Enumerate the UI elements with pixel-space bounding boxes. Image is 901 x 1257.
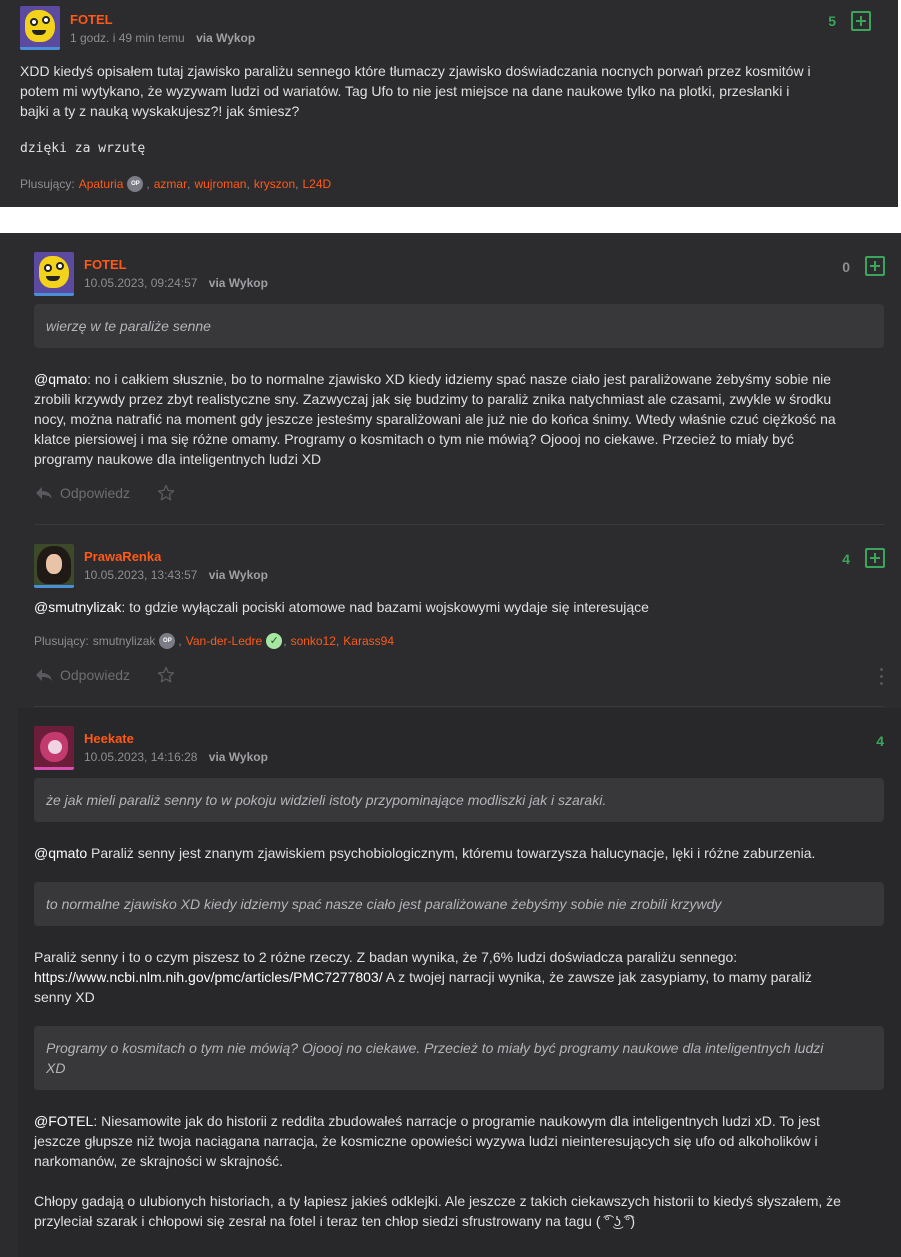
- pluser-link[interactable]: Apaturia: [79, 177, 124, 191]
- comment-actions: Odpowiedz: [34, 666, 175, 684]
- timestamp[interactable]: 10.05.2023, 14:16:28: [84, 750, 197, 764]
- comment-body: @FOTEL: Niesamowite jak do historii z re…: [34, 1113, 820, 1169]
- pluser-link[interactable]: wujroman: [194, 177, 246, 191]
- plusers-list: Plusujący: smutnylizak OP , Van-der-Ledr…: [34, 633, 394, 649]
- entry-meta: 1 godz. i 49 min temu via Wykop: [70, 31, 255, 45]
- author-name[interactable]: PrawaRenka: [84, 549, 161, 564]
- mention-link[interactable]: @qmato: [34, 371, 87, 387]
- comment-body: @qmato: no i całkiem słusznie, bo to nor…: [34, 371, 836, 467]
- pluser-link[interactable]: Van-der-Ledre: [186, 634, 263, 648]
- verified-icon: ✓: [266, 633, 283, 649]
- top-entry: FOTEL 1 godz. i 49 min temu via Wykop 5 …: [0, 0, 898, 207]
- comment-meta: 10.05.2023, 13:43:57 via Wykop: [84, 568, 268, 582]
- upvote-button[interactable]: [851, 11, 871, 31]
- via-source: via Wykop: [208, 568, 268, 582]
- mono-text: dzięki za wrzutę: [20, 141, 146, 156]
- upvote-button[interactable]: [865, 256, 885, 276]
- comment-actions: Odpowiedz: [34, 484, 175, 502]
- external-link[interactable]: https://www.ncbi.nlm.nih.gov/pmc/article…: [34, 969, 383, 985]
- comment-meta: 10.05.2023, 09:24:57 via Wykop: [84, 276, 268, 290]
- via-source: via Wykop: [196, 31, 256, 45]
- avatar[interactable]: [34, 726, 74, 770]
- op-badge: OP: [127, 176, 144, 192]
- entry-body: XDD kiedyś opisałem tutaj zjawisko paral…: [20, 63, 811, 119]
- author-name[interactable]: Heekate: [84, 731, 134, 746]
- comment-body: @smutnylizak: to gdzie wyłączali pociski…: [34, 599, 649, 615]
- reply-button[interactable]: Odpowiedz: [60, 667, 130, 683]
- comment-meta: 10.05.2023, 14:16:28 via Wykop: [84, 750, 268, 764]
- vote-count: 4: [876, 733, 884, 749]
- vote-count: 0: [842, 259, 850, 275]
- author-name[interactable]: FOTEL: [70, 12, 113, 27]
- mention-link[interactable]: @FOTEL: [34, 1113, 93, 1129]
- reply-icon: [36, 487, 52, 499]
- mention-link[interactable]: @qmato: [34, 845, 87, 861]
- author-name[interactable]: FOTEL: [84, 257, 127, 272]
- pluser-link[interactable]: sonko12: [291, 634, 336, 648]
- pluser-link[interactable]: L24D: [303, 177, 332, 191]
- via-source: via Wykop: [208, 750, 268, 764]
- op-badge: OP: [159, 633, 176, 649]
- timestamp[interactable]: 1 godz. i 49 min temu: [70, 31, 185, 45]
- star-icon[interactable]: [157, 484, 175, 502]
- pluser-link[interactable]: Karass94: [343, 634, 394, 648]
- comment-body: Paraliż senny i to o czym piszesz to 2 r…: [34, 949, 812, 1005]
- plusers-list: Plusujący: Apaturia OP , azmar, wujroman…: [20, 176, 332, 192]
- pluser-link[interactable]: kryszon: [254, 177, 295, 191]
- avatar[interactable]: [34, 544, 74, 588]
- comment-body: Chłopy gadają o ulubionych historiach, a…: [34, 1193, 841, 1229]
- reply-icon: [36, 669, 52, 681]
- pluser-link[interactable]: smutnylizak: [93, 634, 156, 648]
- via-source: via Wykop: [208, 276, 268, 290]
- pluser-link[interactable]: azmar: [154, 177, 187, 191]
- comment-body: @qmato Paraliż senny jest znanym zjawisk…: [34, 845, 816, 861]
- divider: [34, 706, 884, 707]
- quote-block: Programy o kosmitach o tym nie mówią? Oj…: [34, 1026, 884, 1090]
- avatar[interactable]: [20, 6, 60, 50]
- quote-block: to normalne zjawisko XD kiedy idziemy sp…: [34, 882, 884, 926]
- vote-count: 4: [842, 551, 850, 567]
- more-options-icon[interactable]: [880, 668, 884, 686]
- divider: [34, 524, 884, 525]
- vote-count: 5: [828, 13, 836, 29]
- reply-button[interactable]: Odpowiedz: [60, 485, 130, 501]
- timestamp[interactable]: 10.05.2023, 09:24:57: [84, 276, 197, 290]
- upvote-button[interactable]: [865, 548, 885, 568]
- timestamp[interactable]: 10.05.2023, 13:43:57: [84, 568, 197, 582]
- quote-block: że jak mieli paraliż senny to w pokoju w…: [34, 778, 884, 822]
- star-icon[interactable]: [157, 666, 175, 684]
- mention-link[interactable]: @smutnylizak: [34, 599, 121, 615]
- avatar[interactable]: [34, 252, 74, 296]
- quote-block: wierzę w te paraliże senne: [34, 304, 884, 348]
